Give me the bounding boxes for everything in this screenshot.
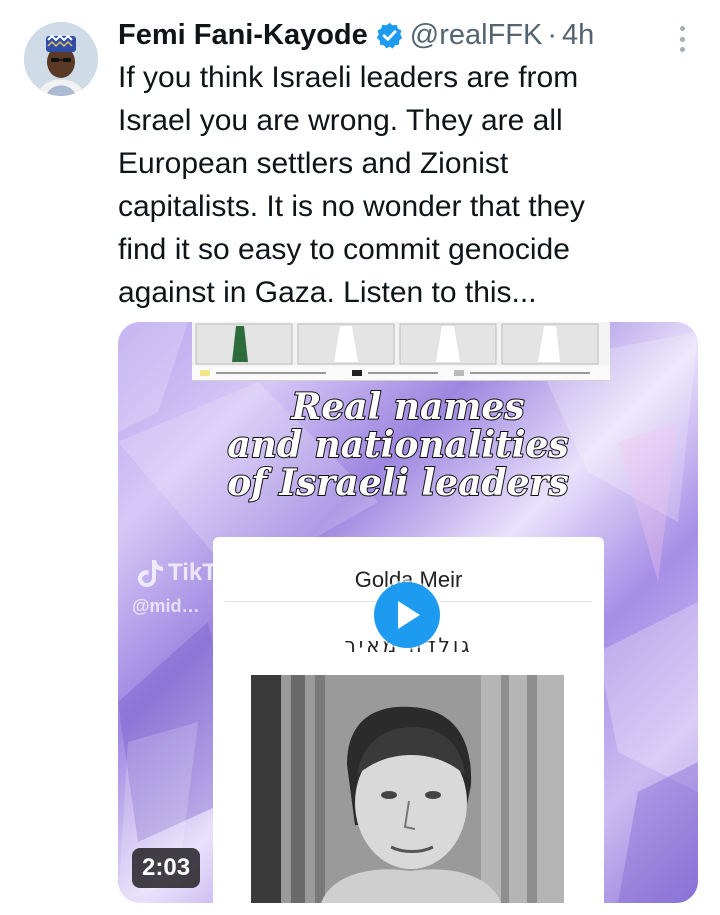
video-title-line: and nationalities: [226, 424, 569, 466]
tweet-header: Femi Fani-Kayode @realFFK · 4h: [118, 12, 708, 58]
tweet-timestamp[interactable]: 4h: [562, 19, 594, 52]
tweet-text-line: find it so easy to commit genocide: [118, 233, 570, 266]
video-duration: 2:03: [132, 848, 201, 888]
map-legend: [192, 366, 610, 380]
tweet-text-line: If you think Israeli leaders are from: [118, 61, 579, 94]
video-title-overlay: Real names and nationalities of Israeli …: [118, 386, 678, 504]
tweet-text-line: Israel you are wrong. They are all: [118, 104, 563, 137]
tweet-text-line: against in Gaza. Listen to this...: [118, 276, 537, 309]
author-name[interactable]: Femi Fani-Kayode: [118, 19, 368, 52]
tiktok-watermark: TikTok: [136, 558, 243, 588]
tiktok-username: @mid…: [132, 596, 200, 616]
tiktok-watermark-label: TikTok: [168, 559, 244, 586]
verified-badge-icon: [375, 21, 404, 50]
avatar[interactable]: [24, 22, 98, 96]
video-title-line: of Israeli leaders: [226, 462, 569, 504]
video-title-line: Real names: [290, 386, 525, 428]
tweet-text-line: capitalists. It is no wonder that they: [118, 190, 585, 223]
tiktok-logo-icon: [138, 560, 163, 587]
author-handle[interactable]: @realFFK: [410, 19, 543, 52]
play-icon: [398, 601, 420, 629]
more-options-icon[interactable]: [672, 26, 692, 52]
play-button[interactable]: [374, 582, 440, 648]
video-player[interactable]: Real names and nationalities of Israeli …: [118, 322, 698, 903]
leader-photo: [251, 675, 564, 903]
separator-dot: ·: [547, 18, 558, 51]
tweet-text-line: European settlers and Zionist: [118, 147, 509, 180]
tweet-text: If you think Israeli leaders are from Is…: [118, 56, 688, 314]
tweet[interactable]: Femi Fani-Kayode @realFFK · 4h If you th…: [0, 0, 720, 915]
